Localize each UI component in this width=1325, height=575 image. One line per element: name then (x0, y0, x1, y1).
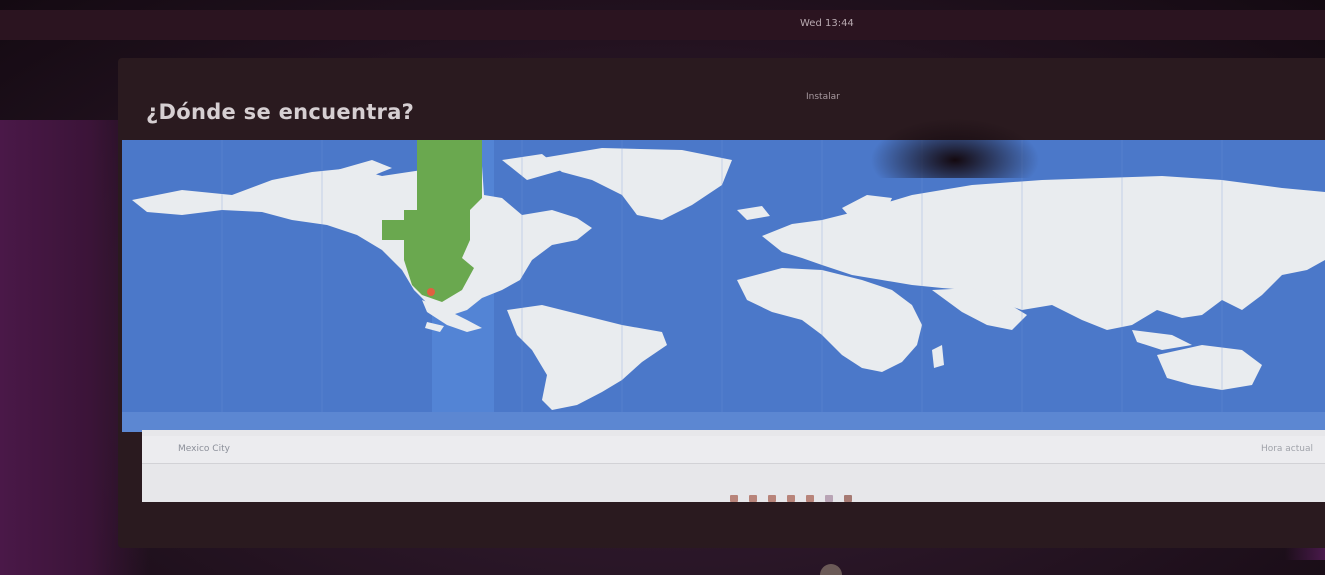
progress-dot (806, 494, 814, 502)
monitor-power-button (820, 564, 842, 575)
location-marker[interactable] (427, 288, 435, 296)
top-panel-clock[interactable]: Wed 13:44 (800, 18, 854, 29)
progress-dot (825, 494, 833, 502)
timezone-label: Hora actual (1260, 444, 1313, 454)
window-title: Instalar (806, 92, 840, 102)
location-value: Mexico City (178, 444, 230, 454)
progress-dot (730, 494, 738, 502)
progress-dot (768, 494, 776, 502)
top-panel: Wed 13:44 (0, 10, 1325, 40)
page-title: ¿Dónde se encuentra? (146, 100, 415, 124)
progress-dots (730, 492, 852, 504)
location-input[interactable]: Mexico City Hora actual (142, 436, 1325, 464)
world-map-graphic (122, 140, 1325, 412)
progress-dot (844, 494, 852, 502)
timezone-map[interactable] (122, 140, 1325, 412)
installer-window: Instalar ¿Dónde se encuentra? Mexico Cit… (118, 58, 1325, 548)
screen-glare (870, 118, 1040, 178)
progress-dot (749, 494, 757, 502)
window-titlebar: Instalar (118, 58, 1325, 140)
progress-dot (787, 494, 795, 502)
map-bottom-strip (122, 412, 1325, 432)
